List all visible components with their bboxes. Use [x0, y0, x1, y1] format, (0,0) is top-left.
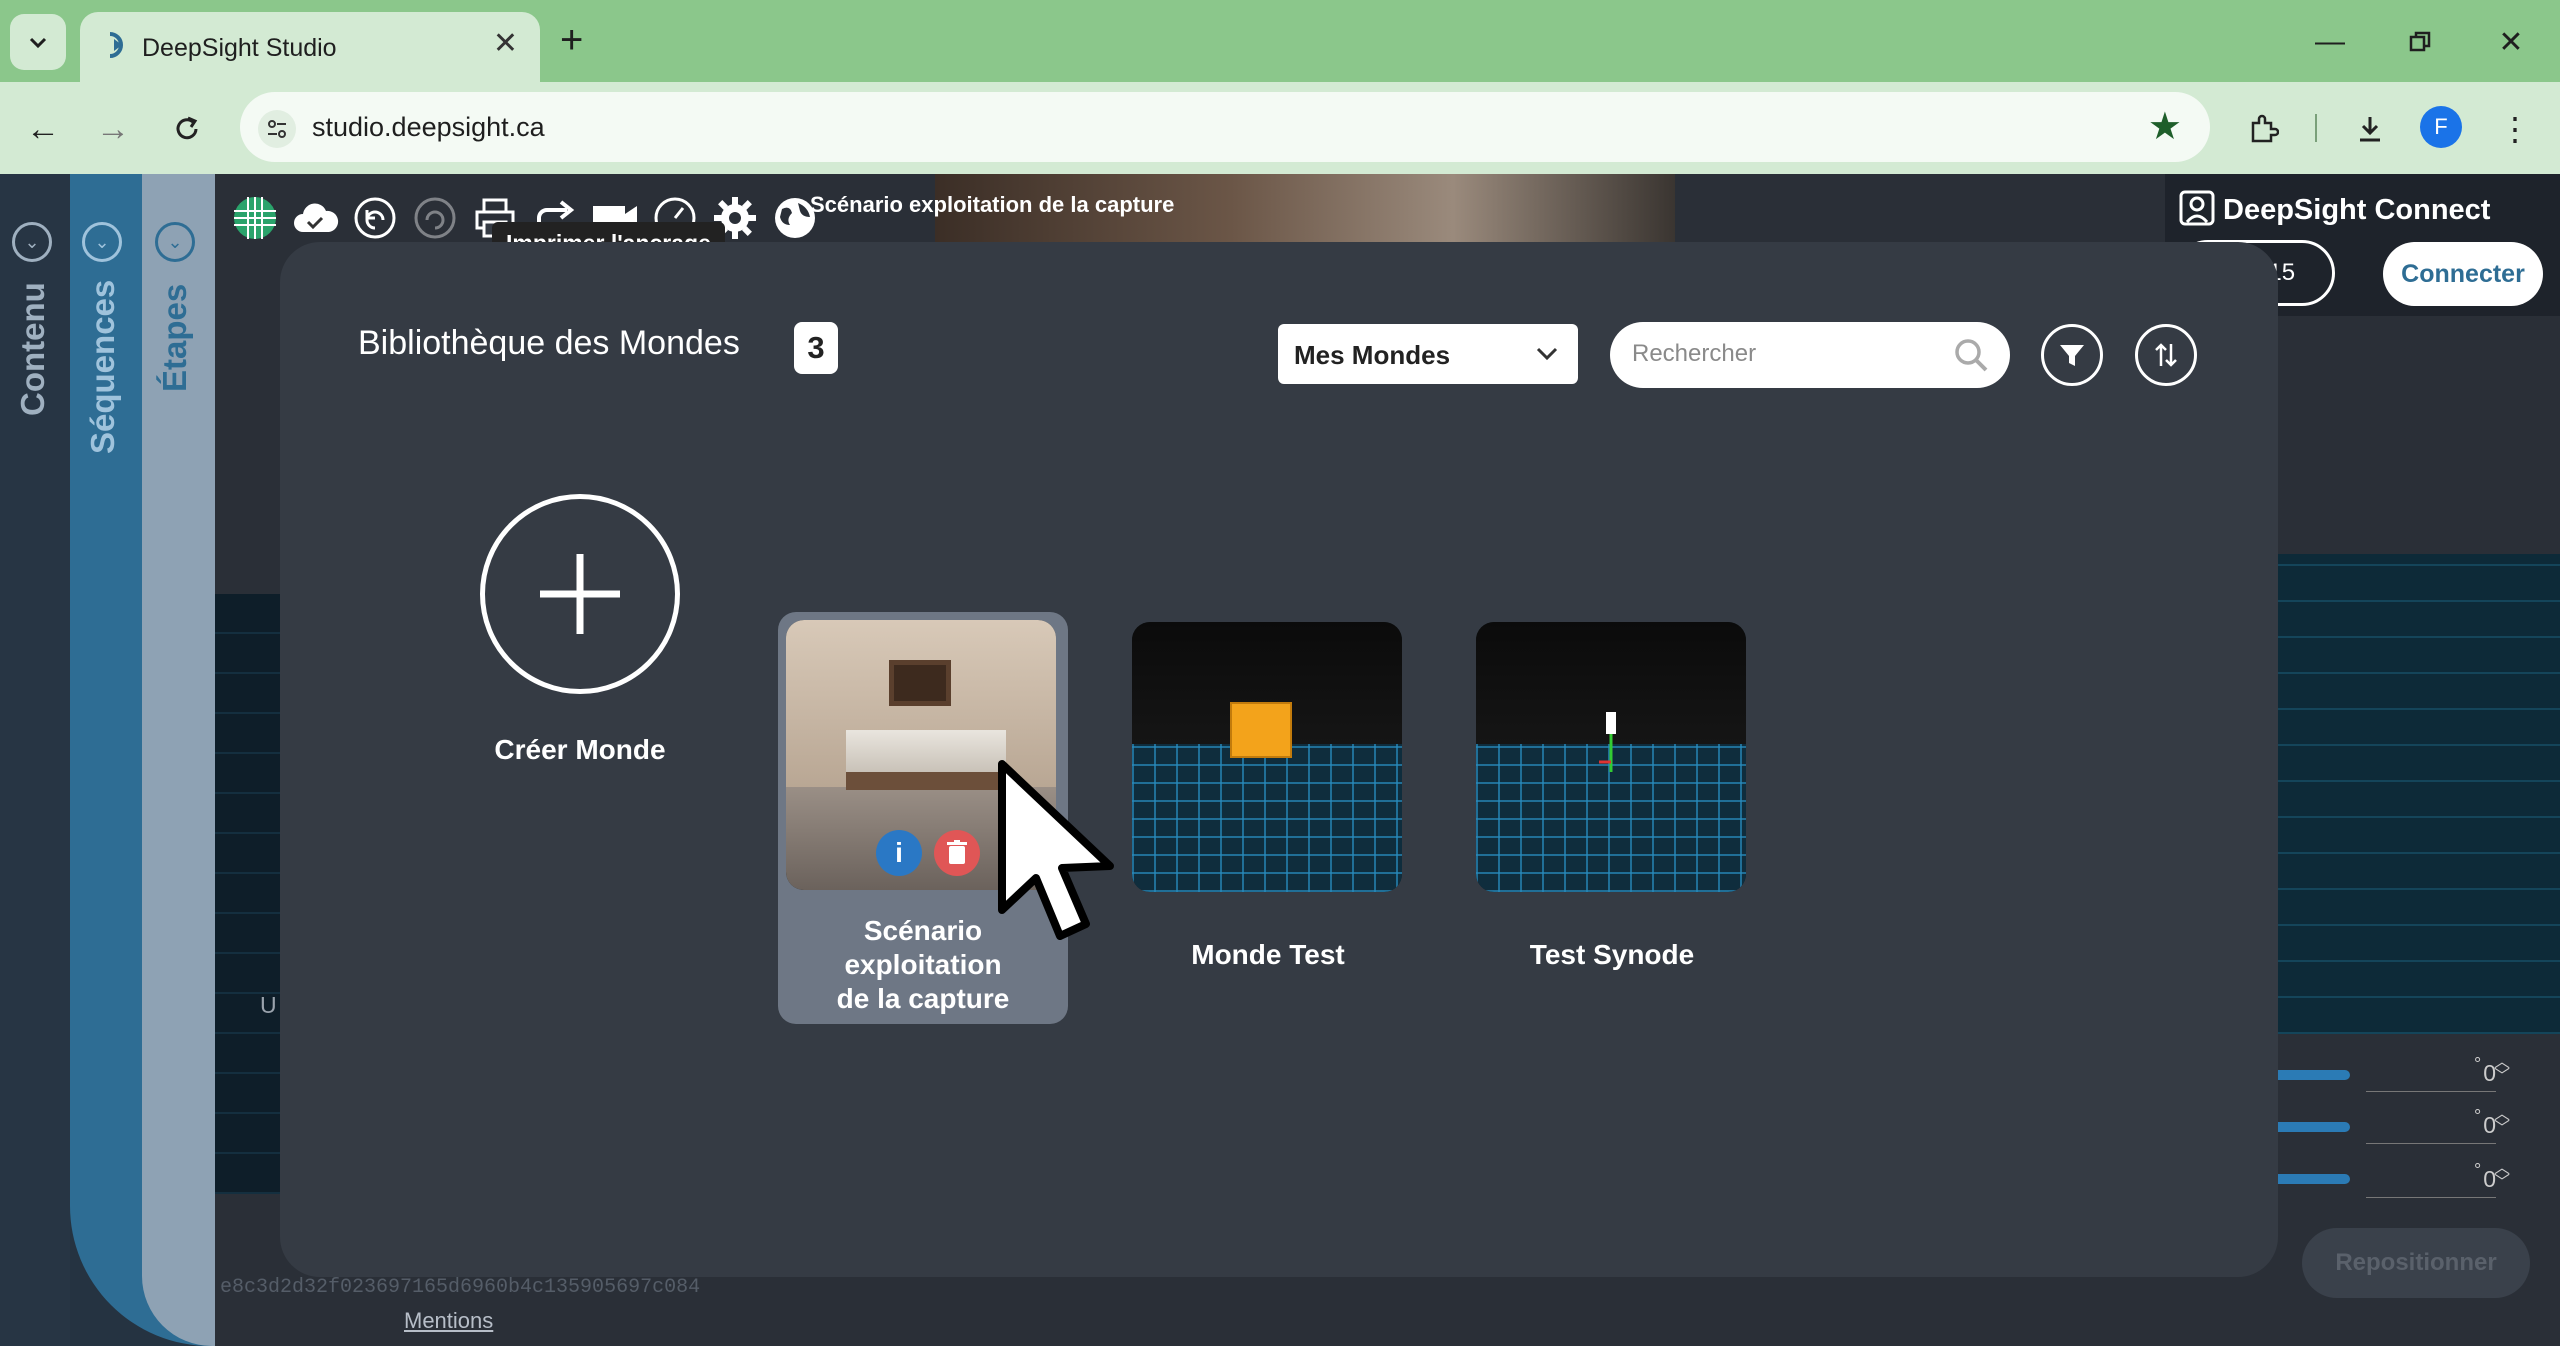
- filter-button[interactable]: [2041, 324, 2103, 386]
- grid-globe-icon[interactable]: [230, 193, 280, 243]
- world-thumbnail[interactable]: [1132, 622, 1402, 892]
- filter-icon: [2060, 345, 2084, 366]
- rotation-x-slider[interactable]: [2270, 1070, 2350, 1080]
- world-name-line: Scénario exploitation: [844, 915, 1002, 980]
- rotation-y-stepper[interactable]: ︿ ﹀: [2494, 1107, 2510, 1137]
- rotation-z-stepper[interactable]: ︿ ﹀: [2494, 1161, 2510, 1191]
- world-card[interactable]: Monde Test: [1132, 622, 1404, 972]
- tab-search-button[interactable]: [10, 14, 66, 70]
- rotation-z-slider[interactable]: [2270, 1174, 2350, 1184]
- world-name: Monde Test: [1191, 939, 1345, 970]
- info-icon[interactable]: i: [876, 830, 922, 876]
- rotation-x-stepper[interactable]: ︿ ﹀: [2494, 1055, 2510, 1085]
- sort-icon: [2155, 343, 2177, 367]
- thumbnail-table: [846, 730, 1006, 790]
- thumbnail-grid-floor: [1132, 743, 1402, 892]
- thumbnail-object: [1230, 702, 1292, 758]
- sequences-toggle-icon[interactable]: ⌄: [82, 222, 122, 262]
- deepsight-favicon-icon: [102, 30, 132, 65]
- undo-icon[interactable]: [350, 193, 400, 243]
- close-tab-icon[interactable]: ✕: [493, 26, 518, 61]
- profile-avatar[interactable]: F: [2420, 106, 2462, 148]
- world-count-badge: 3: [794, 322, 838, 374]
- background-label: U: [260, 992, 277, 1018]
- deepsight-app: ⌄ Contenu ⌄ Séquences ⌄ Étapes Scénario …: [0, 174, 2560, 1346]
- search-icon[interactable]: [1952, 336, 1990, 374]
- deepsight-connect-logo-icon: [2179, 190, 2215, 226]
- search-input[interactable]: [1632, 336, 1932, 372]
- plus-icon: [540, 554, 620, 634]
- world-name: Test Synode: [1529, 939, 1695, 970]
- chevron-down-icon: [1536, 347, 1558, 361]
- back-icon[interactable]: ←: [18, 104, 68, 154]
- close-window-icon[interactable]: ✕: [2476, 12, 2546, 72]
- new-tab-icon[interactable]: +: [560, 18, 583, 63]
- world-card[interactable]: Test Synode: [1476, 622, 1748, 972]
- redo-icon[interactable]: [410, 193, 460, 243]
- forward-icon[interactable]: →: [88, 104, 138, 154]
- contenu-toggle-icon[interactable]: ⌄: [12, 222, 52, 262]
- mouse-cursor-icon: [998, 760, 1114, 940]
- degree-label: °: [2474, 1160, 2482, 1180]
- thumbnail-axis-gizmo: [1599, 712, 1616, 772]
- etapes-tab-label[interactable]: Étapes: [156, 284, 194, 392]
- sequences-tab-label[interactable]: Séquences: [84, 280, 122, 454]
- mentions-link[interactable]: Mentions: [404, 1308, 493, 1334]
- degree-label: °: [2474, 1106, 2482, 1126]
- version-hash: e8c3d2d32f023697165d6960b4c135905697c084: [220, 1276, 701, 1299]
- restore-icon[interactable]: [2385, 12, 2455, 72]
- minimize-icon[interactable]: —: [2295, 12, 2365, 72]
- tab-title: DeepSight Studio: [142, 34, 337, 62]
- contenu-tab-label[interactable]: Contenu: [14, 282, 52, 416]
- rotation-y-slider[interactable]: [2270, 1122, 2350, 1132]
- select-value: Mes Mondes: [1294, 340, 1451, 370]
- create-world-label: Créer Monde: [494, 734, 666, 765]
- search-box[interactable]: [1610, 322, 2010, 388]
- world-library-modal: Bibliothèque des Mondes 3 Mes Mondes Cré…: [280, 242, 2278, 1277]
- site-info-icon[interactable]: [258, 110, 296, 148]
- more-menu-icon[interactable]: ⋮: [2490, 104, 2540, 154]
- reload-icon[interactable]: [162, 104, 212, 154]
- browser-toolbar: ← → studio.deepsight.ca ★ F ⋮: [0, 82, 2560, 174]
- thumbnail-picture-frame: [889, 660, 951, 706]
- downloads-icon[interactable]: [2345, 104, 2395, 154]
- connect-button[interactable]: Connecter: [2383, 242, 2543, 306]
- browser-tab[interactable]: DeepSight Studio ✕: [80, 12, 540, 82]
- reposition-button[interactable]: Repositionner: [2302, 1228, 2530, 1298]
- modal-title: Bibliothèque des Mondes: [358, 324, 740, 362]
- world-name-line: de la capture: [836, 983, 1010, 1014]
- url-text: studio.deepsight.ca: [312, 112, 545, 142]
- toolbar-divider: [2315, 114, 2317, 142]
- etapes-toggle-icon[interactable]: ⌄: [155, 222, 195, 262]
- degree-label: °: [2474, 1054, 2482, 1074]
- address-bar[interactable]: studio.deepsight.ca ★: [240, 92, 2210, 162]
- extensions-icon[interactable]: [2238, 104, 2288, 154]
- create-world-card[interactable]: Créer Monde: [460, 494, 700, 766]
- sort-button[interactable]: [2135, 324, 2197, 386]
- cloud-save-icon[interactable]: [290, 193, 340, 243]
- add-world-button[interactable]: [480, 494, 680, 694]
- bookmark-star-icon[interactable]: ★: [2148, 104, 2182, 149]
- world-card-actions: i: [876, 830, 980, 876]
- scenario-title: Scénario exploitation de la capture: [810, 192, 1175, 217]
- world-thumbnail[interactable]: [1476, 622, 1746, 892]
- chevron-down-icon: [29, 37, 47, 49]
- trash-icon[interactable]: [934, 830, 980, 876]
- connect-title: DeepSight Connect: [2223, 194, 2491, 226]
- browser-tab-bar: DeepSight Studio ✕ + — ✕: [0, 0, 2560, 82]
- world-filter-select[interactable]: Mes Mondes: [1278, 324, 1578, 384]
